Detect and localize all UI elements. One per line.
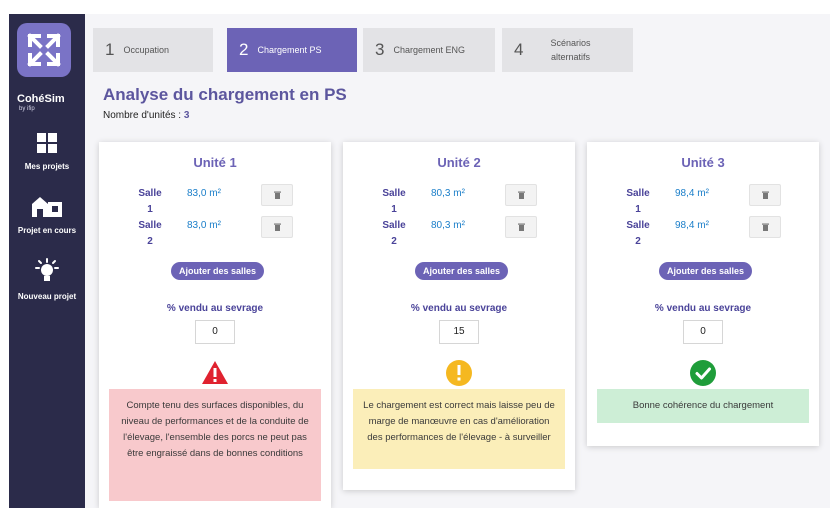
sidebar-item-label: Mes projets <box>24 162 70 171</box>
lightbulb-icon <box>35 258 59 281</box>
room-name: Salle 2 <box>382 220 406 247</box>
room-row: Salle 1 98,4 m² <box>587 184 819 222</box>
pct-weaning-input[interactable]: 0 <box>683 320 723 344</box>
room-name: Salle 2 <box>626 220 650 247</box>
unit-card: Unité 1 Salle 1 83,0 m² Salle 2 83,0 m² … <box>99 142 331 508</box>
room-area: 83,0 m² <box>187 188 221 199</box>
trash-icon <box>273 223 281 231</box>
room-area: 80,3 m² <box>431 188 465 199</box>
app-subtitle: by ifip <box>19 106 35 112</box>
trash-icon <box>761 191 769 199</box>
unit-title: Unité 3 <box>681 155 725 170</box>
pct-weaning-label: % vendu au sevrage <box>410 303 508 314</box>
room-area: 98,4 m² <box>675 188 709 199</box>
trash-icon <box>273 191 281 199</box>
sidebar: CohéSim by ifip Mes projets Projet en co… <box>9 14 85 508</box>
tab-label: Chargement ENG <box>393 45 465 55</box>
add-rooms-button[interactable]: Ajouter des salles <box>659 262 753 280</box>
delete-room-button[interactable] <box>749 216 781 238</box>
sidebar-item-mes-projets[interactable]: Mes projets <box>9 132 85 171</box>
room-row: Salle 2 83,0 m² <box>99 216 331 254</box>
room-row: Salle 2 98,4 m² <box>587 216 819 254</box>
tab-number: 4 <box>514 40 524 59</box>
expand-arrows-icon <box>27 33 61 67</box>
pct-weaning-input[interactable]: 0 <box>195 320 235 344</box>
tab-number: 3 <box>375 40 385 59</box>
delete-room-button[interactable] <box>261 184 293 206</box>
pct-weaning-input[interactable]: 15 <box>439 320 479 344</box>
room-row: Salle 2 80,3 m² <box>343 216 575 254</box>
barn-icon <box>32 197 62 217</box>
room-row: Salle 1 83,0 m² <box>99 184 331 222</box>
unit-title: Unité 2 <box>437 155 481 170</box>
room-name: Salle 1 <box>382 188 406 215</box>
sidebar-item-nouveau-projet[interactable]: Nouveau projet <box>9 258 85 301</box>
unit-count-value: 3 <box>183 110 190 121</box>
room-area: 98,4 m² <box>675 220 709 231</box>
pct-weaning-label: % vendu au sevrage <box>654 303 752 314</box>
status-message: Compte tenu des surfaces disponibles, du… <box>109 389 321 501</box>
delete-room-button[interactable] <box>505 216 537 238</box>
unit-count-label: Nombre d'unités : <box>103 110 182 121</box>
trash-icon <box>517 191 525 199</box>
status-message: Le chargement est correct mais laisse pe… <box>353 389 565 469</box>
room-name: Salle 1 <box>138 188 162 215</box>
delete-room-button[interactable] <box>261 216 293 238</box>
add-rooms-button[interactable]: Ajouter des salles <box>415 262 509 280</box>
sidebar-item-projet-en-cours[interactable]: Projet en cours <box>9 194 85 235</box>
warning-icon <box>446 360 472 386</box>
room-name: Salle 1 <box>626 188 650 215</box>
room-area: 80,3 m² <box>431 220 465 231</box>
tab-number: 1 <box>105 40 115 59</box>
page-title: Analyse du chargement en PS <box>103 85 347 104</box>
tab-number: 2 <box>239 40 249 59</box>
room-row: Salle 1 80,3 m² <box>343 184 575 222</box>
room-name: Salle 2 <box>138 220 162 247</box>
pct-weaning-label: % vendu au sevrage <box>166 303 264 314</box>
check-circle-icon <box>690 360 716 386</box>
tab-scenarios-alternatifs[interactable]: 4 Scénarios alternatifs <box>502 28 633 72</box>
tab-chargement-eng[interactable]: 3 Chargement ENG <box>363 28 495 72</box>
trash-icon <box>517 223 525 231</box>
trash-icon <box>761 223 769 231</box>
unit-count: Nombre d'unités : 3 <box>103 110 189 121</box>
room-area: 83,0 m² <box>187 220 221 231</box>
error-triangle-icon <box>202 361 228 384</box>
app-name: CohéSim <box>17 93 65 105</box>
tab-chargement-ps[interactable]: 2 Chargement PS <box>227 28 357 72</box>
tab-label: Occupation <box>123 45 169 55</box>
grid-icon <box>37 133 57 153</box>
delete-room-button[interactable] <box>505 184 537 206</box>
tab-label: Scénarios alternatifs <box>550 38 591 62</box>
tab-label: Chargement PS <box>257 45 322 55</box>
sidebar-item-label: Nouveau projet <box>17 292 77 301</box>
delete-room-button[interactable] <box>749 184 781 206</box>
status-message: Bonne cohérence du chargement <box>597 389 809 423</box>
unit-card: Unité 3 Salle 1 98,4 m² Salle 2 98,4 m² … <box>587 142 819 446</box>
app-logo[interactable] <box>17 23 71 77</box>
unit-card: Unité 2 Salle 1 80,3 m² Salle 2 80,3 m² … <box>343 142 575 490</box>
tab-occupation[interactable]: 1 Occupation <box>93 28 213 72</box>
sidebar-item-label: Projet en cours <box>17 226 77 235</box>
unit-title: Unité 1 <box>193 155 237 170</box>
add-rooms-button[interactable]: Ajouter des salles <box>171 262 265 280</box>
